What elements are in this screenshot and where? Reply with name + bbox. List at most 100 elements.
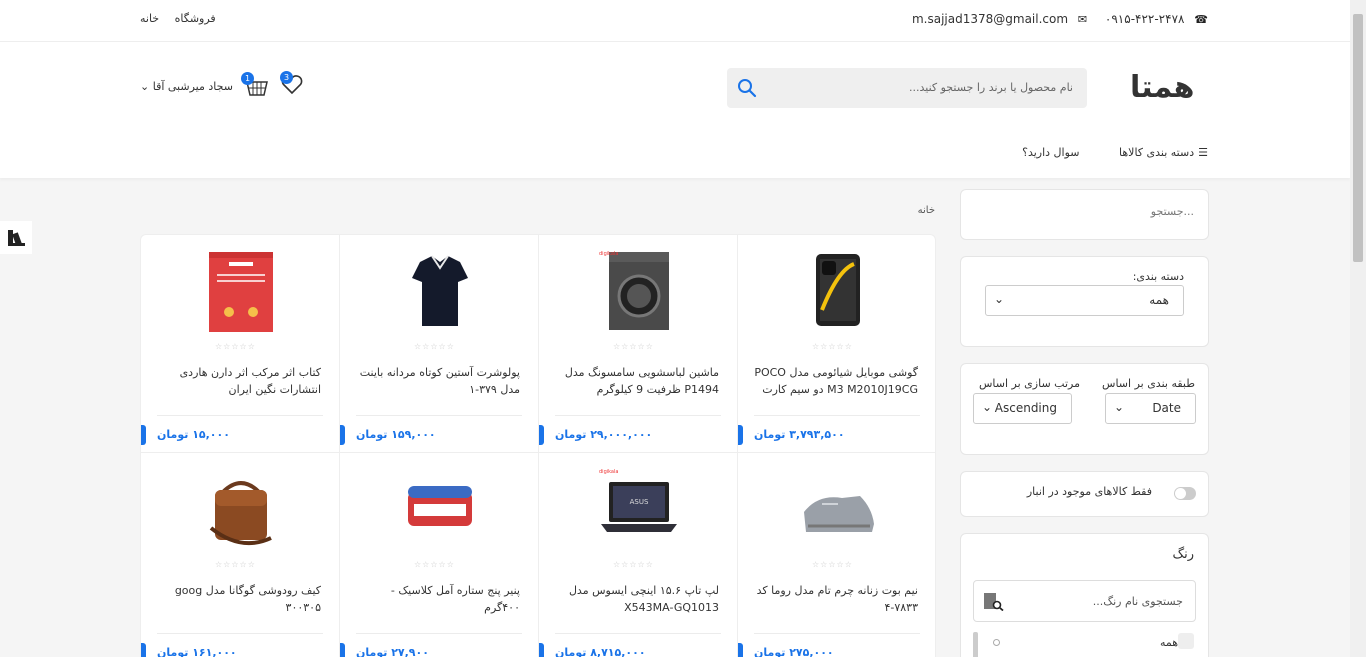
color-search-placeholder: جستجوی نام رنگ...	[1092, 595, 1183, 608]
price-marker	[340, 425, 345, 445]
sidebar-search-placeholder: جستجو...	[1150, 205, 1194, 218]
price-marker	[738, 425, 743, 445]
theme-switcher-button[interactable]	[0, 221, 32, 254]
product-price: ۱۵۹,۰۰۰ تومان	[356, 428, 436, 441]
order-select[interactable]: Ascending ⌄	[973, 393, 1072, 424]
product-price: ۲۷,۹۰۰ تومان	[356, 646, 429, 657]
product-image[interactable]	[201, 468, 281, 550]
color-title: رنگ	[1172, 547, 1194, 562]
contact-info: m.sajjad1378@gmail.com ✉ ۰۹۱۵-۴۲۲-۲۴۷۸ ☎	[906, 12, 1208, 26]
product-grid: ☆☆☆☆☆ گوشی موبایل شیائومی مدل POCO M3 M20…	[140, 234, 936, 657]
price-marker	[738, 643, 743, 657]
price-marker	[340, 643, 345, 657]
product-card[interactable]: ☆☆☆☆☆ پولوشرت آستین کوتاه مردانه باینت مد…	[339, 235, 538, 453]
product-card[interactable]: digikala ☆☆☆☆☆ ماشین لباسشویی سامسونگ مدل …	[538, 235, 737, 453]
divider	[157, 415, 323, 416]
divider	[754, 633, 920, 634]
product-price: ۳,۷۹۳,۵۰۰ تومان	[754, 428, 845, 441]
faq-link[interactable]: سوال دارید؟	[1022, 146, 1079, 159]
rating-stars: ☆☆☆☆☆	[613, 342, 654, 351]
rating-stars: ☆☆☆☆☆	[215, 342, 256, 351]
page-scrollbar[interactable]	[1350, 0, 1366, 657]
envelope-icon: ✉	[1077, 13, 1088, 26]
product-name[interactable]: نیم بوت زنانه چرم تام مدل روما کد ۷۸۳۳-۴	[754, 582, 918, 616]
product-image[interactable]	[599, 250, 679, 332]
user-menu[interactable]: ⌄ سجاد میرشبی آقا	[140, 80, 233, 93]
color-option-all[interactable]: همه	[1160, 636, 1178, 649]
product-image[interactable]	[798, 468, 878, 550]
product-name[interactable]: ماشین لباسشویی سامسونگ مدل P1494 ظرفیت 9…	[555, 364, 719, 398]
order-label: مرتب سازی بر اساس	[979, 377, 1080, 390]
scrollbar-thumb[interactable]	[1353, 14, 1363, 262]
product-name[interactable]: پولوشرت آستین کوتاه مردانه باینت مدل ۳۷۹…	[356, 364, 520, 398]
product-image[interactable]	[201, 250, 281, 332]
search-file-icon	[984, 593, 1004, 611]
search-input[interactable]: نام محصول یا برند را جستجو کنید...	[727, 68, 1087, 108]
categories-menu[interactable]: ☰دسته بندی کالاها	[1101, 146, 1208, 159]
product-card[interactable]: ☆☆☆☆☆ کتاب اثر مرکب اثر دارن هاردی انتشار…	[141, 235, 339, 453]
product-image[interactable]	[798, 250, 878, 332]
divider	[157, 633, 323, 634]
product-card[interactable]: ☆☆☆☆☆ نیم بوت زنانه چرم تام مدل روما کد ۷…	[737, 453, 935, 657]
search-icon[interactable]	[737, 78, 757, 98]
product-card[interactable]: ☆☆☆☆☆ کیف رودوشی گوگانا مدل goog ۳۰۰۳۰۵ ۱۶…	[141, 453, 339, 657]
rating-stars: ☆☆☆☆☆	[414, 342, 455, 351]
product-price: ۲۹,۰۰۰,۰۰۰ تومان	[555, 428, 653, 441]
product-name[interactable]: کتاب اثر مرکب اثر دارن هاردی انتشارات نگ…	[157, 364, 321, 398]
category-select[interactable]: همه ⌄	[985, 285, 1184, 316]
top-bar: فروشگاه خانه m.sajjad1378@gmail.com ✉ ۰۹…	[0, 0, 1350, 42]
rating-stars: ☆☆☆☆☆	[812, 342, 853, 351]
product-image[interactable]: ASUS	[599, 468, 679, 550]
color-search-input[interactable]: جستجوی نام رنگ...	[973, 580, 1196, 622]
product-price: ۸,۷۱۵,۰۰۰ تومان	[555, 646, 646, 657]
sidebar-search-input[interactable]: جستجو...	[960, 189, 1209, 240]
product-name[interactable]: پنیر پنج ستاره آمل کلاسیک - ۴۰۰گرم	[356, 582, 520, 616]
rating-stars: ☆☆☆☆☆	[812, 560, 853, 569]
sort-filter: طبقه بندی بر اساس مرتب سازی بر اساس Date…	[960, 363, 1209, 455]
color-radio[interactable]	[993, 639, 1000, 646]
product-image[interactable]	[400, 250, 480, 332]
search-placeholder: نام محصول یا برند را جستجو کنید...	[908, 81, 1073, 94]
site-header: همتا نام محصول یا برند را جستجو کنید... …	[0, 42, 1350, 178]
chevron-down-icon: ⌄	[982, 400, 993, 414]
rating-stars: ☆☆☆☆☆	[215, 560, 256, 569]
product-image[interactable]	[400, 468, 480, 550]
palette-icon	[8, 230, 25, 246]
svg-text:ASUS: ASUS	[630, 498, 649, 506]
divider	[754, 415, 920, 416]
chevron-down-icon: ⌄	[140, 80, 150, 93]
shop-link[interactable]: فروشگاه	[175, 12, 216, 25]
product-name[interactable]: لپ تاپ ۱۵.۶ اینچی ایسوس مدل X543MA-GQ101…	[555, 582, 719, 616]
category-value: همه	[1149, 293, 1169, 307]
color-swatch	[1178, 633, 1194, 649]
brand-logo: digikala	[599, 251, 619, 257]
category-label: دسته بندی:	[1132, 270, 1184, 283]
sort-by-select[interactable]: Date ⌄	[1105, 393, 1196, 424]
order-value: Ascending	[994, 401, 1057, 415]
breadcrumb[interactable]: خانه	[918, 205, 935, 216]
divider	[356, 633, 522, 634]
price-marker	[539, 643, 544, 657]
color-filter: رنگ جستجوی نام رنگ... همه	[960, 533, 1209, 657]
home-link[interactable]: خانه	[140, 12, 159, 25]
product-name[interactable]: گوشی موبایل شیائومی مدل POCO M3 M2010J19…	[754, 364, 918, 398]
email-text[interactable]: m.sajjad1378@gmail.com	[912, 12, 1068, 26]
in-stock-filter: فقط کالاهای موجود در انبار	[960, 471, 1209, 517]
product-price: ۲۷۵,۰۰۰ تومان	[754, 646, 834, 657]
product-card[interactable]: ASUS digikala ☆☆☆☆☆ لپ تاپ ۱۵.۶ اینچی ایسوس…	[538, 453, 737, 657]
phone-text[interactable]: ۰۹۱۵-۴۲۲-۲۴۷۸	[1105, 12, 1185, 26]
site-logo[interactable]: همتا	[1130, 70, 1195, 105]
product-card[interactable]: ☆☆☆☆☆ پنیر پنج ستاره آمل کلاسیک - ۴۰۰گرم ۲…	[339, 453, 538, 657]
in-stock-label: فقط کالاهای موجود در انبار	[1026, 485, 1152, 498]
rating-stars: ☆☆☆☆☆	[613, 560, 654, 569]
chevron-down-icon: ⌄	[1114, 400, 1125, 414]
phone-icon: ☎	[1194, 13, 1208, 26]
color-list-scrollbar[interactable]	[973, 632, 978, 657]
product-card[interactable]: ☆☆☆☆☆ گوشی موبایل شیائومی مدل POCO M3 M20…	[737, 235, 935, 453]
menu-icon: ☰	[1198, 146, 1208, 159]
rating-stars: ☆☆☆☆☆	[414, 560, 455, 569]
product-price: ۱۵,۰۰۰ تومان	[157, 428, 230, 441]
favorites-count-badge: 3	[280, 71, 293, 84]
product-name[interactable]: کیف رودوشی گوگانا مدل goog ۳۰۰۳۰۵	[157, 582, 321, 616]
in-stock-toggle[interactable]	[1174, 487, 1196, 500]
